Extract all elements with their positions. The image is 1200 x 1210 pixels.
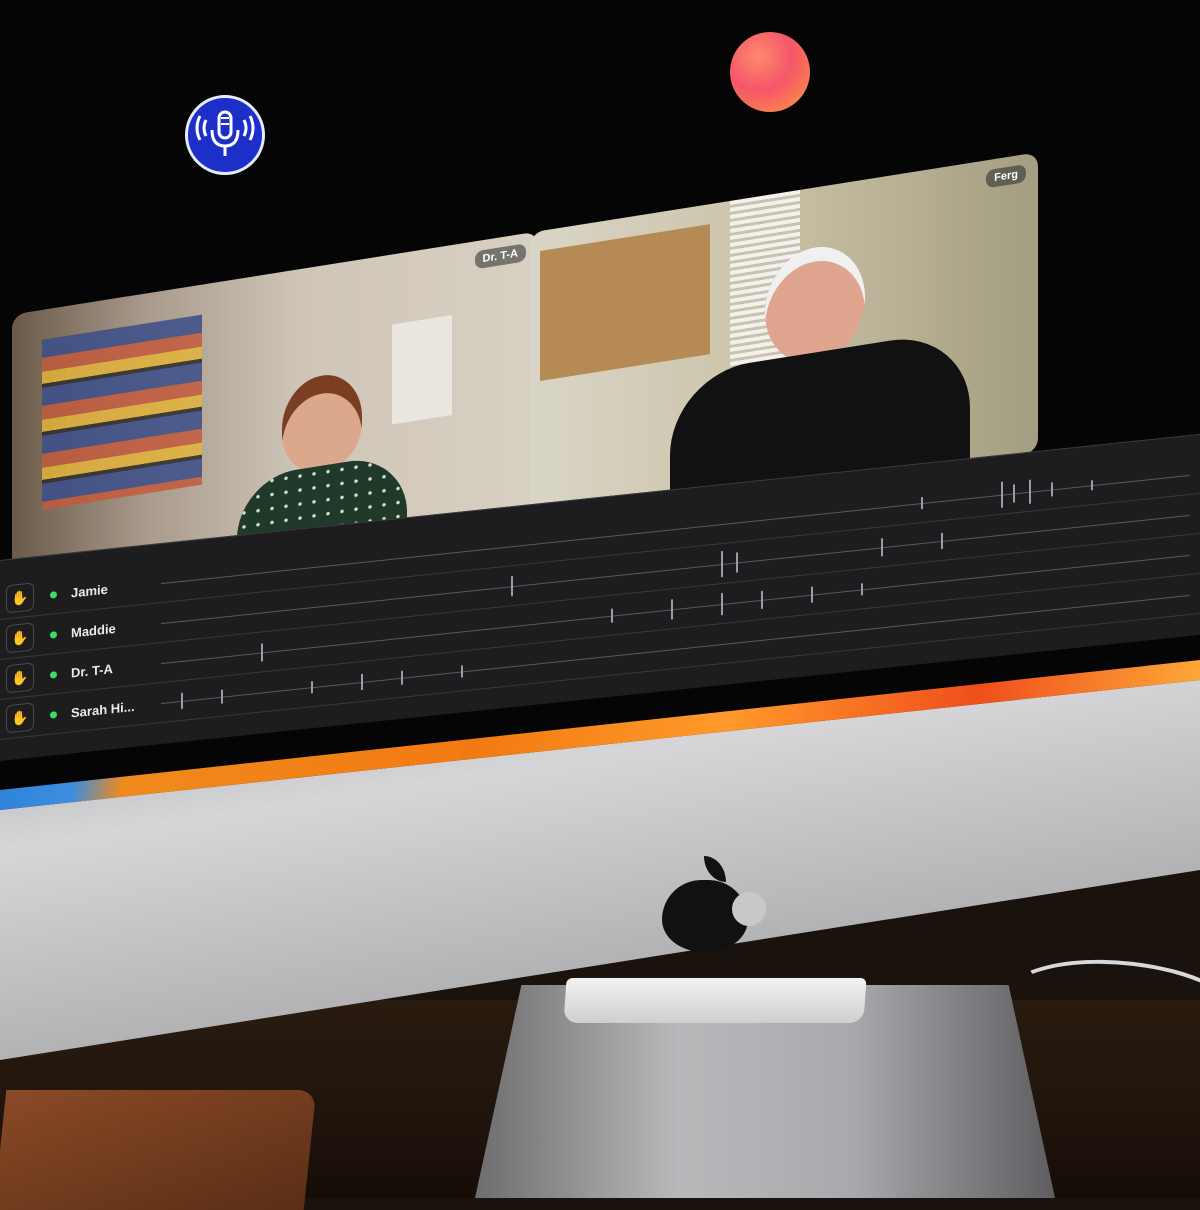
- keyboard: [563, 978, 867, 1023]
- track-name: Maddie: [71, 620, 116, 641]
- raise-hand-icon[interactable]: ✋: [6, 622, 34, 654]
- chair: [0, 1090, 317, 1210]
- bookshelf: [42, 314, 202, 510]
- track-name: Sarah Hi...: [71, 698, 135, 721]
- apple-logo-icon: [662, 856, 766, 952]
- status-dot: [50, 710, 57, 719]
- screen: Dr. T-A Ferg ✋ Jamie ✋ Maddie ✋ Dr. T-A …: [0, 0, 1200, 810]
- track-name: Jamie: [71, 581, 108, 601]
- participant-name-badge: Ferg: [986, 164, 1026, 189]
- microphone-icon[interactable]: [185, 95, 265, 175]
- track-name: Dr. T-A: [71, 660, 113, 681]
- status-dot: [50, 590, 57, 599]
- status-dot: [50, 670, 57, 679]
- raise-hand-icon[interactable]: ✋: [6, 582, 34, 614]
- status-dot: [50, 630, 57, 639]
- raise-hand-icon[interactable]: ✋: [6, 662, 34, 694]
- raise-hand-icon[interactable]: ✋: [6, 702, 34, 734]
- participant-name-badge: Dr. T-A: [474, 243, 526, 270]
